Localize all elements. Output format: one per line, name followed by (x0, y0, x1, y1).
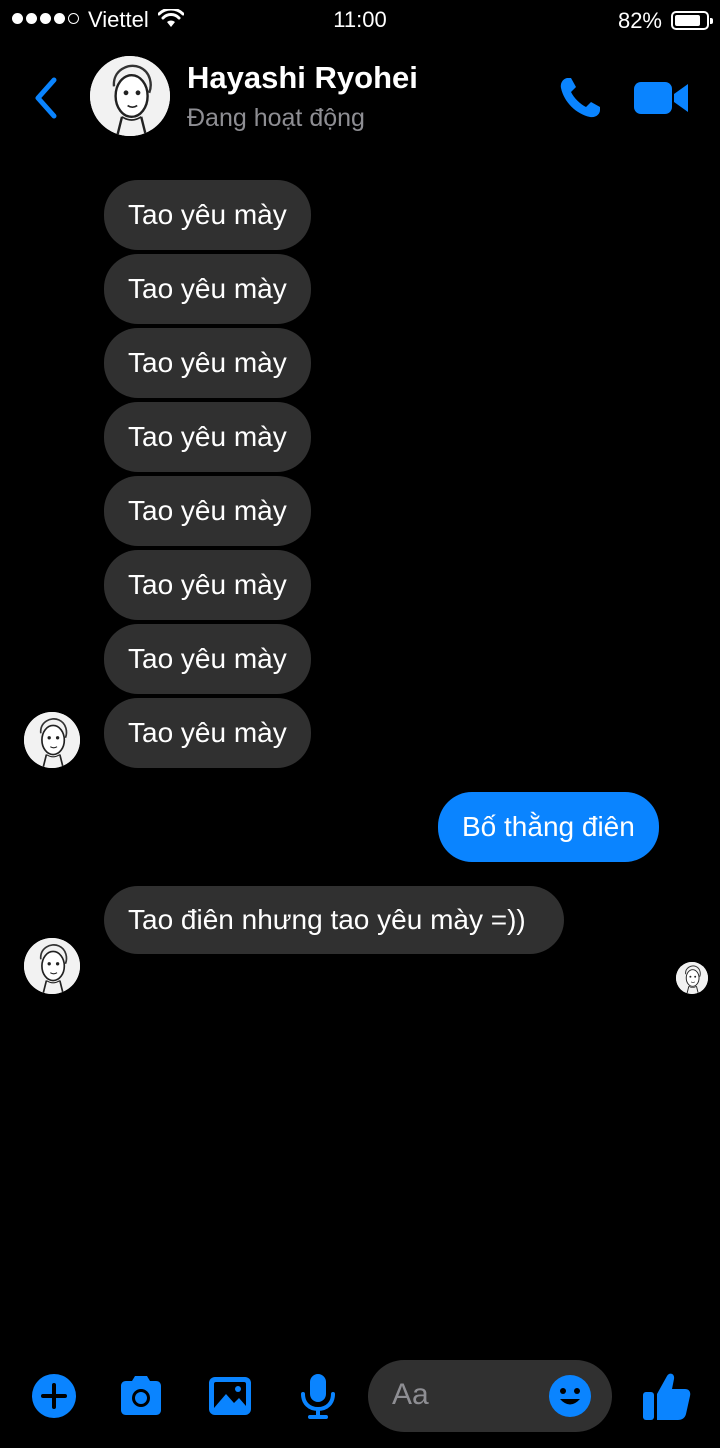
message-bubble-incoming[interactable]: Tao điên nhưng tao yêu mày =)) (104, 886, 564, 954)
emoji-icon[interactable] (548, 1374, 592, 1418)
microphone-icon[interactable] (294, 1372, 342, 1420)
message-bubble-incoming[interactable]: Tao yêu mày (104, 328, 311, 398)
conversation-header: Hayashi Ryohei Đang hoạt động (0, 50, 720, 146)
message-bubble-outgoing[interactable]: Bố thằng điên (438, 792, 659, 862)
back-chevron-icon[interactable] (28, 72, 64, 124)
clock: 11:00 (333, 7, 387, 32)
thumbs-up-icon[interactable] (638, 1368, 694, 1424)
battery-icon (671, 11, 713, 30)
battery-percent: 82% (617, 8, 662, 33)
message-input-placeholder: Aa (392, 1378, 429, 1411)
contact-avatar[interactable] (90, 56, 170, 136)
sender-avatar[interactable] (24, 938, 80, 994)
message-bubble-incoming[interactable]: Tao yêu mày (104, 180, 311, 250)
composer-bar: Aa (0, 1356, 720, 1436)
plus-icon[interactable] (30, 1372, 78, 1420)
message-input[interactable]: Aa (368, 1360, 612, 1432)
seen-receipt-avatar (676, 962, 708, 994)
message-bubble-incoming[interactable]: Tao yêu mày (104, 402, 311, 472)
contact-name[interactable]: Hayashi Ryohei (187, 60, 418, 96)
presence-status: Đang hoạt động (187, 104, 365, 132)
camera-icon[interactable] (117, 1372, 165, 1420)
message-bubble-incoming[interactable]: Tao yêu mày (104, 254, 311, 324)
video-camera-icon[interactable] (632, 76, 690, 120)
sender-avatar[interactable] (24, 712, 80, 768)
message-bubble-incoming[interactable]: Tao yêu mày (104, 476, 311, 546)
message-bubble-incoming[interactable]: Tao yêu mày (104, 550, 311, 620)
phone-icon[interactable] (556, 74, 604, 122)
message-bubble-incoming[interactable]: Tao yêu mày (104, 698, 311, 768)
message-bubble-incoming[interactable]: Tao yêu mày (104, 624, 311, 694)
status-bar: Viettel 11:00 82% (0, 0, 720, 40)
image-icon[interactable] (206, 1372, 254, 1420)
